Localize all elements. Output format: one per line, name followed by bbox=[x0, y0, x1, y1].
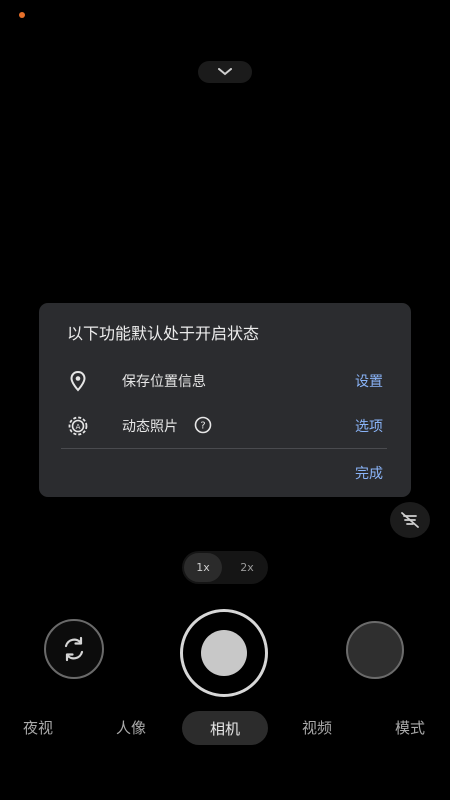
status-indicator-dot bbox=[19, 12, 25, 18]
defaults-info-dialog: 以下功能默认处于开启状态 保存位置信息 设置 A 动态照片 ? 选项 完成 bbox=[39, 303, 411, 497]
flash-off-button[interactable] bbox=[390, 502, 430, 538]
dialog-title: 以下功能默认处于开启状态 bbox=[67, 324, 260, 343]
motion-photo-row: A 动态照片 ? 选项 bbox=[39, 408, 411, 442]
mode-night[interactable]: 夜视 bbox=[23, 717, 53, 738]
location-label: 保存位置信息 bbox=[122, 374, 206, 390]
zoom-2x-button[interactable]: 2x bbox=[228, 553, 266, 582]
switch-camera-icon bbox=[64, 636, 84, 662]
shutter-button[interactable] bbox=[180, 609, 268, 697]
location-settings-link[interactable]: 设置 bbox=[355, 371, 383, 391]
svg-text:A: A bbox=[76, 423, 81, 431]
mode-portrait[interactable]: 人像 bbox=[116, 717, 146, 738]
switch-camera-button[interactable] bbox=[44, 619, 104, 679]
zoom-selector: 1x 2x bbox=[182, 551, 268, 584]
location-pin-icon bbox=[70, 370, 86, 392]
camera-mode-bar: 夜视 人像 相机 视频 模式 bbox=[0, 709, 450, 749]
motion-photo-icon: A bbox=[68, 416, 88, 436]
motion-photo-label: 动态照片 bbox=[122, 419, 178, 435]
flash-off-icon bbox=[401, 512, 419, 528]
svg-text:?: ? bbox=[200, 421, 205, 432]
mode-video[interactable]: 视频 bbox=[302, 717, 332, 738]
chevron-down-icon bbox=[218, 68, 232, 76]
shutter-inner-circle bbox=[201, 630, 247, 676]
motion-photo-options-link[interactable]: 选项 bbox=[355, 416, 383, 436]
done-button[interactable]: 完成 bbox=[355, 463, 383, 483]
location-row: 保存位置信息 设置 bbox=[39, 363, 411, 397]
zoom-1x-button[interactable]: 1x bbox=[184, 553, 222, 582]
expand-settings-button[interactable] bbox=[198, 61, 252, 83]
mode-more[interactable]: 模式 bbox=[395, 717, 425, 738]
dialog-divider bbox=[61, 448, 387, 449]
gallery-thumbnail[interactable] bbox=[346, 621, 404, 679]
mode-camera[interactable]: 相机 bbox=[182, 711, 268, 745]
help-icon[interactable]: ? bbox=[194, 416, 212, 434]
